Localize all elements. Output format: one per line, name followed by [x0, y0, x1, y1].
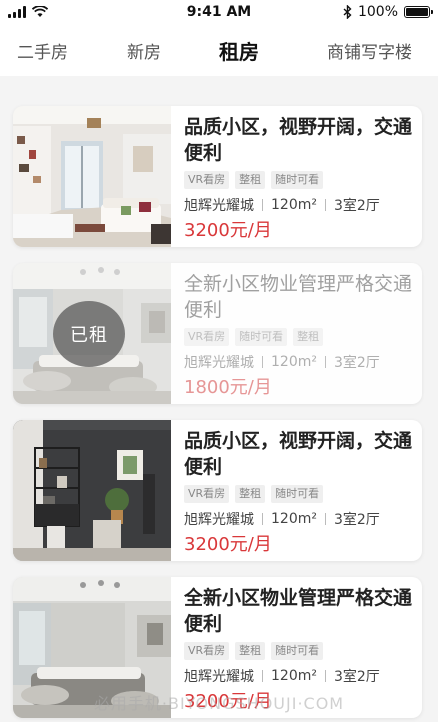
listing-price: 3200元/月: [184, 220, 272, 241]
listing-layout: 3室2厅: [333, 198, 380, 214]
listing-tags: VR看房 整租 随时可看: [184, 485, 416, 503]
listing-area: 120m²: [271, 354, 317, 370]
listing-title: 全新小区物业管理严格交通便利: [184, 273, 413, 321]
listing-price: 3200元/月: [184, 691, 272, 712]
listing-tags: VR看房 随时可看 整租: [184, 328, 416, 346]
battery-percent: 100%: [357, 4, 398, 20]
listing-area: 120m²: [271, 668, 317, 684]
listing-community: 旭辉光耀城: [184, 669, 254, 685]
listing-photo: [13, 106, 171, 247]
tag-viewable-anytime: 随时可看: [271, 171, 324, 189]
listing-photo: 已租: [13, 263, 171, 404]
meta-separator: [262, 513, 263, 525]
tag-viewable-anytime: 随时可看: [271, 642, 324, 660]
meta-separator: [262, 356, 263, 368]
tag-whole-rent: 整租: [235, 171, 266, 189]
meta-separator: [324, 356, 326, 368]
listing-community: 旭辉光耀城: [184, 512, 254, 528]
category-tabs: 二手房 新房 租房 商铺写字楼: [0, 26, 438, 76]
listing-community: 旭辉光耀城: [184, 198, 254, 214]
listing-tags: VR看房 整租 随时可看: [184, 642, 416, 660]
listing-tags: VR看房 整租 随时可看: [184, 171, 416, 189]
listing-meta: 旭辉光耀城 120m² 3室2厅: [184, 509, 416, 529]
rented-badge: 已租: [53, 301, 125, 367]
bluetooth-icon: [343, 5, 352, 19]
tag-vr: VR看房: [184, 485, 230, 503]
tag-whole-rent: 整租: [235, 485, 266, 503]
listing-price: 3200元/月: [184, 534, 272, 555]
tag-viewable-anytime: 随时可看: [271, 485, 324, 503]
tag-vr: VR看房: [184, 328, 230, 346]
meta-separator: [324, 670, 326, 682]
listing-layout: 3室2厅: [333, 669, 380, 685]
listing-community: 旭辉光耀城: [184, 355, 254, 371]
listing-card[interactable]: 已租 全新小区物业管理严格交通便利 VR看房 随时可看 整租 旭辉光耀城 120…: [13, 263, 422, 404]
tab-commercial-office[interactable]: 商铺写字楼: [327, 38, 412, 63]
tag-whole-rent: 整租: [293, 328, 324, 346]
listing-price: 1800元/月: [184, 377, 272, 398]
listing-layout: 3室2厅: [333, 355, 380, 371]
listing-meta: 旭辉光耀城 120m² 3室2厅: [184, 666, 416, 686]
listing-area: 120m²: [271, 511, 317, 527]
tag-whole-rent: 整租: [235, 642, 266, 660]
listing-photo: [13, 577, 171, 718]
status-right: 100%: [343, 4, 433, 20]
listing-title: 全新小区物业管理严格交通便利: [184, 587, 413, 635]
listing-meta: 旭辉光耀城 120m² 3室2厅: [184, 352, 416, 372]
listing-layout: 3室2厅: [333, 512, 380, 528]
tag-vr: VR看房: [184, 642, 230, 660]
listing-card[interactable]: 品质小区，视野开阔，交通便利 VR看房 整租 随时可看 旭辉光耀城 120m² …: [13, 420, 422, 561]
listing-card[interactable]: 品质小区，视野开阔，交通便利 VR看房 整租 随时可看 旭辉光耀城 120m² …: [13, 106, 422, 247]
listing-info: 全新小区物业管理严格交通便利 VR看房 整租 随时可看 旭辉光耀城 120m² …: [184, 585, 416, 713]
battery-icon: [404, 6, 433, 18]
tab-new-house[interactable]: 新房: [127, 38, 161, 63]
tab-rental[interactable]: 租房: [219, 36, 259, 65]
tab-second-hand[interactable]: 二手房: [17, 38, 68, 63]
meta-separator: [324, 199, 326, 211]
listing-meta: 旭辉光耀城 120m² 3室2厅: [184, 195, 416, 215]
listing-info: 品质小区，视野开阔，交通便利 VR看房 整租 随时可看 旭辉光耀城 120m² …: [184, 428, 416, 556]
listing-title: 品质小区，视野开阔，交通便利: [184, 116, 413, 164]
meta-separator: [262, 670, 263, 682]
listing-card[interactable]: 全新小区物业管理严格交通便利 VR看房 整租 随时可看 旭辉光耀城 120m² …: [13, 577, 422, 718]
status-bar: 9:41 AM 100%: [0, 0, 438, 26]
meta-separator: [324, 513, 326, 525]
tag-viewable-anytime: 随时可看: [235, 328, 288, 346]
listing-info: 全新小区物业管理严格交通便利 VR看房 随时可看 整租 旭辉光耀城 120m² …: [184, 271, 416, 399]
listing-area: 120m²: [271, 197, 317, 213]
listing-info: 品质小区，视野开阔，交通便利 VR看房 整租 随时可看 旭辉光耀城 120m² …: [184, 114, 416, 242]
listing-title: 品质小区，视野开阔，交通便利: [184, 430, 413, 478]
section-divider: [0, 76, 438, 96]
tag-vr: VR看房: [184, 171, 230, 189]
listing-photo: [13, 420, 171, 561]
meta-separator: [262, 199, 263, 211]
